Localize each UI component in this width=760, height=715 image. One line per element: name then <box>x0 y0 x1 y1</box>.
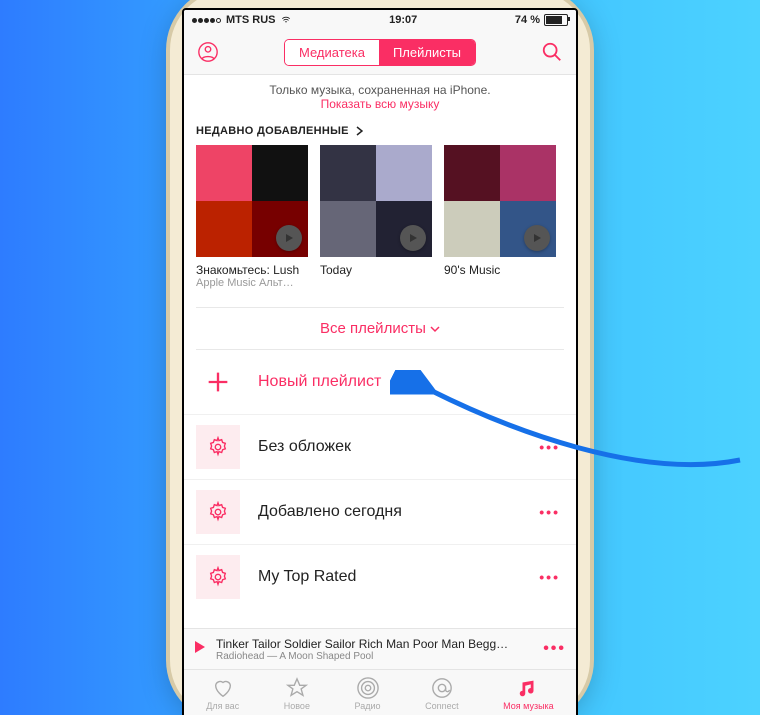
recently-added-header[interactable]: НЕДАВНО ДОБАВЛЕННЫЕ <box>184 119 576 145</box>
plus-icon <box>196 360 240 404</box>
playlist-title: Знакомьтесь: Lush <box>196 263 308 277</box>
playlist-row[interactable]: My Top Rated ••• <box>184 545 576 609</box>
playlist-card[interactable]: Знакомьтесь: Lush Apple Music Альт… <box>196 145 308 289</box>
tab-label: Радио <box>355 701 381 711</box>
new-playlist-label: Новый плейлист <box>258 373 560 391</box>
playlist-card[interactable]: 90's Music <box>444 145 556 289</box>
recently-added-scroller[interactable]: Знакомьтесь: Lush Apple Music Альт… Toda… <box>184 145 576 297</box>
radio-icon <box>357 677 379 699</box>
playlist-row-label: Добавлено сегодня <box>258 503 539 521</box>
show-all-music-link[interactable]: Показать всю музыку <box>194 97 566 111</box>
carrier-label: MTS RUS <box>226 14 276 26</box>
play-icon[interactable] <box>400 225 426 251</box>
play-button[interactable] <box>194 640 206 659</box>
playlist-title: Today <box>320 263 432 277</box>
battery-icon <box>544 14 568 26</box>
playlist-subtitle: Apple Music Альт… <box>196 277 308 289</box>
more-icon[interactable]: ••• <box>539 504 560 520</box>
tab-radio[interactable]: Радио <box>355 677 381 711</box>
segmented-control: Медиатека Плейлисты <box>284 39 476 66</box>
playlist-row-label: Без обложек <box>258 438 539 456</box>
play-icon[interactable] <box>276 225 302 251</box>
tab-my-music[interactable]: Моя музыка <box>503 677 554 711</box>
gear-icon <box>196 555 240 599</box>
nav-bar: Медиатека Плейлисты <box>184 30 576 75</box>
playlist-art <box>444 145 556 257</box>
tab-new[interactable]: Новое <box>284 677 310 711</box>
banner-text: Только музыка, сохраненная на iPhone. <box>194 83 566 97</box>
clock-label: 19:07 <box>389 14 417 26</box>
chevron-right-icon <box>355 126 363 136</box>
recently-added-label: НЕДАВНО ДОБАВЛЕННЫЕ <box>196 125 349 137</box>
play-icon[interactable] <box>524 225 550 251</box>
now-playing-bar[interactable]: Tinker Tailor Soldier Sailor Rich Man Po… <box>184 628 576 669</box>
signal-dots-icon <box>192 14 222 26</box>
all-playlists-filter[interactable]: Все плейлисты <box>184 308 576 349</box>
tab-label: Моя музыка <box>503 701 554 711</box>
playlist-row[interactable]: Добавлено сегодня ••• <box>184 480 576 545</box>
star-icon <box>286 677 308 699</box>
tab-label: Connect <box>425 701 459 711</box>
gear-icon <box>196 425 240 469</box>
profile-icon[interactable] <box>194 38 222 66</box>
tab-label: Для вас <box>206 701 239 711</box>
wifi-icon <box>280 15 292 25</box>
more-icon[interactable]: ••• <box>539 439 560 455</box>
more-icon[interactable]: ••• <box>539 569 560 585</box>
filter-label: Все плейлисты <box>320 320 426 337</box>
playlist-row[interactable]: Без обложек ••• <box>184 415 576 480</box>
gear-icon <box>196 490 240 534</box>
playlist-art <box>196 145 308 257</box>
playlist-title: 90's Music <box>444 263 556 277</box>
chevron-down-icon <box>430 325 440 333</box>
playlist-card[interactable]: Today <box>320 145 432 289</box>
status-bar: MTS RUS 19:07 74 % <box>184 10 576 30</box>
seg-playlists-tab[interactable]: Плейлисты <box>379 40 475 65</box>
music-icon <box>517 677 539 699</box>
tab-connect[interactable]: Connect <box>425 677 459 711</box>
tab-for-you[interactable]: Для вас <box>206 677 239 711</box>
local-only-banner: Только музыка, сохраненная на iPhone. По… <box>184 75 576 119</box>
new-playlist-row[interactable]: Новый плейлист <box>184 350 576 415</box>
now-playing-title: Tinker Tailor Soldier Sailor Rich Man Po… <box>216 637 533 651</box>
at-icon <box>431 677 453 699</box>
more-icon[interactable]: ••• <box>543 640 566 658</box>
search-icon[interactable] <box>538 38 566 66</box>
seg-library-tab[interactable]: Медиатека <box>285 40 379 65</box>
playlist-art <box>320 145 432 257</box>
now-playing-subtitle: Radiohead — A Moon Shaped Pool <box>216 651 533 662</box>
battery-pct-label: 74 % <box>515 14 540 26</box>
tab-label: Новое <box>284 701 310 711</box>
tab-bar: Для вас Новое Радио Connect Моя музыка <box>184 669 576 715</box>
playlist-row-label: My Top Rated <box>258 568 539 586</box>
heart-icon <box>212 677 234 699</box>
